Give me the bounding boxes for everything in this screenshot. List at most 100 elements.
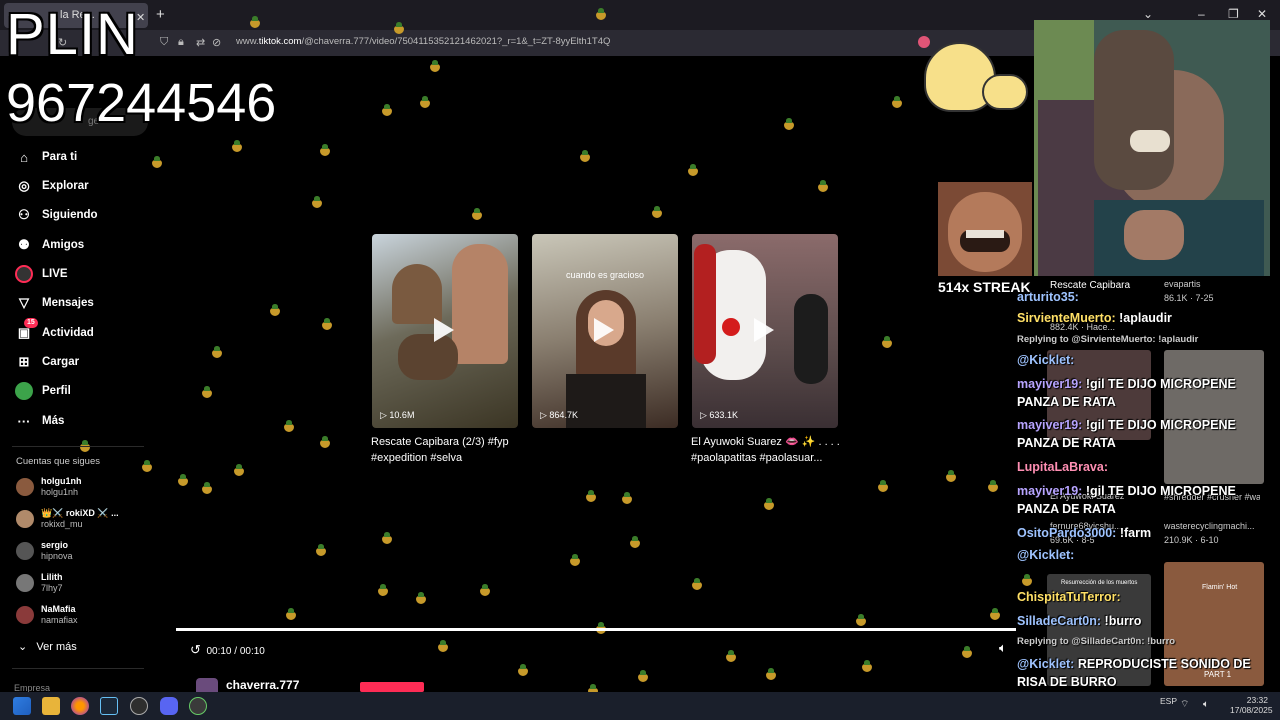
video-card[interactable]: ▷ 10.6M [372, 234, 518, 428]
sidebar-item-explorar[interactable]: ◎ Explorar [14, 175, 154, 197]
obs-icon[interactable] [130, 697, 148, 715]
following-account[interactable]: sergio hipnova [16, 538, 73, 564]
chat-username[interactable]: SilladeCart0n: [1017, 614, 1101, 628]
window-close-icon[interactable]: ✕ [1257, 7, 1267, 21]
list-all-tabs-icon[interactable]: ⌄ [1143, 7, 1153, 21]
account-text: NaMafia namafiax [41, 604, 78, 626]
sidebar-item-label: Explorar [42, 180, 89, 192]
chat-username[interactable]: @Kicklet: [1017, 548, 1074, 562]
chat-message: mayiver19: !gil TE DIJO MICROPENE PANZA … [1017, 416, 1267, 452]
sidebar-item-siguiendo[interactable]: ⚇ Siguiendo [14, 204, 154, 226]
video-caption[interactable]: El Ayuwoki Suarez 👄 ✨ . . . . #paolapati… [691, 434, 841, 466]
following-account[interactable]: 👑⚔️ rokiXD ⚔️ ... rokixd_mu [16, 506, 119, 532]
sidebar-item-label: Actividad [42, 327, 94, 339]
sidebar-item-cargar[interactable]: ⊞ Cargar [14, 351, 154, 373]
chat-username[interactable]: SirvienteMuerto: [1017, 311, 1116, 325]
replay-icon[interactable]: ↺ [190, 642, 201, 657]
chat-username[interactable]: ChispitaTuTerror: [1017, 590, 1121, 604]
chat-username[interactable]: OsitoPardo3000: [1017, 526, 1116, 540]
friends-icon: ⚉ [18, 237, 30, 252]
emote-icon [470, 208, 484, 220]
network-icon[interactable]: ⌔ [1180, 700, 1189, 710]
play-icon [434, 318, 454, 342]
language-indicator[interactable]: ESP [1160, 696, 1177, 706]
emote-icon [284, 608, 298, 620]
following-account[interactable]: NaMafia namafiax [16, 602, 78, 628]
minimize-icon[interactable]: – [1198, 7, 1205, 21]
sidebar-item-actividad[interactable]: ▣ 15 Actividad [14, 318, 154, 344]
emote-icon [568, 554, 582, 566]
sidebar-item-para-ti[interactable]: ⌂ Para ti [14, 146, 154, 168]
clock[interactable]: 23:32 17/08/2025 [1230, 695, 1273, 715]
sidebar-item-perfil[interactable]: Perfil [14, 380, 154, 402]
divider [12, 668, 144, 669]
maximize-icon[interactable]: ❐ [1228, 7, 1239, 21]
chat-username[interactable]: arturito35: [1017, 290, 1079, 304]
clock-time: 23:32 [1246, 695, 1268, 705]
send-icon: ▽ [19, 295, 29, 310]
account-handle: 7lhy7 [41, 583, 63, 593]
new-tab-icon[interactable]: + [156, 6, 165, 23]
chevron-down-icon: ⌄ [18, 641, 28, 653]
chat-username[interactable]: mayiver19: [1017, 418, 1082, 432]
windows-start-icon[interactable] [13, 697, 31, 715]
sidebar-item-amigos[interactable]: ⚉ Amigos [14, 234, 154, 256]
card-title: Resurrección de los muertos [1061, 580, 1138, 586]
lock-icon[interactable]: 🔒︎ [178, 36, 184, 49]
author-name[interactable]: chaverra.777 [226, 678, 299, 692]
sidebar-item-label: Amigos [42, 239, 85, 251]
sidebar-item-live[interactable]: LIVE [14, 263, 154, 285]
video-card[interactable]: cuando es gracioso ▷ 864.7K [532, 234, 678, 428]
emote-icon [320, 318, 334, 330]
avatar [16, 510, 34, 528]
chat-text: !farm [1119, 526, 1152, 540]
chat-message: LupitaLaBrava: [1017, 458, 1267, 476]
emote-icon [944, 470, 958, 482]
inbox-icon: ▣ 15 [14, 318, 38, 343]
see-more-label: Ver más [36, 641, 77, 653]
shield-icon[interactable]: ⛉ [160, 36, 168, 49]
author-avatar[interactable] [196, 678, 218, 692]
view-count-value: 633.1K [709, 410, 738, 420]
avatar [16, 574, 34, 592]
follow-button[interactable] [360, 682, 424, 692]
emote-icon [578, 150, 592, 162]
account-handle: namafiax [41, 615, 78, 625]
file-explorer-icon[interactable] [42, 697, 60, 715]
following-icon: ⚇ [18, 207, 30, 222]
app-icon[interactable] [189, 697, 207, 715]
chat-username[interactable]: @Kicklet: [1017, 353, 1074, 367]
account-handle: rokixd_mu [41, 519, 83, 529]
sidebar-item-m-s[interactable]: ··· Más [14, 410, 154, 432]
firefox-icon[interactable] [71, 697, 89, 715]
thumbnail-image [392, 264, 442, 324]
volume-icon[interactable]: 🔈︎ [999, 640, 1007, 656]
emote-icon [686, 164, 700, 176]
emote-icon [310, 196, 324, 208]
chat-username[interactable]: LupitaLaBrava: [1017, 460, 1108, 474]
video-card[interactable]: ▷ 633.1K [692, 234, 838, 428]
sidebar-item-mensajes[interactable]: ▽ Mensajes [14, 292, 154, 314]
discord-icon[interactable] [160, 697, 178, 715]
video-caption[interactable]: Rescate Capibara (2/3) #fyp #expedition … [371, 434, 521, 466]
chat-message: mayiver19: !gil TE DIJO MICROPENE PANZA … [1017, 375, 1267, 411]
reaction-image [938, 182, 1032, 276]
permissions-icon[interactable]: ⇄ [196, 36, 205, 49]
camera-blocked-icon[interactable]: ⊘ [212, 36, 221, 49]
account-name: Lilith [41, 572, 63, 582]
emote-icon [282, 420, 296, 432]
url-field[interactable]: www.tiktok.com/@chaverra.777/video/75041… [236, 36, 610, 47]
volume-tray-icon[interactable]: 🔈︎ [1203, 700, 1209, 710]
chat-username[interactable]: mayiver19: [1017, 377, 1082, 391]
following-account[interactable]: Lilith 7lhy7 [16, 570, 63, 596]
progress-bar[interactable] [176, 628, 1016, 631]
video-overlay-text: cuando es gracioso [565, 270, 645, 280]
following-account[interactable]: holgu1nh holgu1nh [16, 474, 82, 500]
account-text: 👑⚔️ rokiXD ⚔️ ... rokixd_mu [41, 508, 119, 530]
chat-username[interactable]: @Kicklet: [1017, 657, 1074, 671]
see-more-button[interactable]: ⌄ Ver más [18, 640, 77, 653]
view-count: ▷ 864.7K [540, 410, 578, 420]
chat-username[interactable]: mayiver19: [1017, 484, 1082, 498]
steam-icon[interactable] [100, 697, 118, 715]
emote-icon [318, 436, 332, 448]
